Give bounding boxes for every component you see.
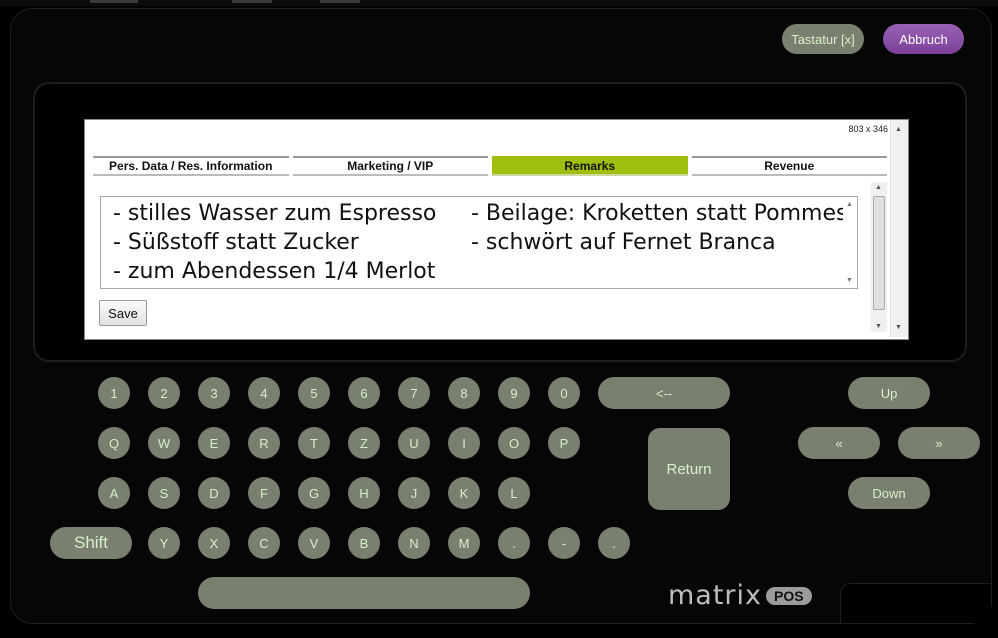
key-7[interactable]: 7: [398, 377, 430, 409]
frame-corner: [840, 583, 991, 623]
key-n[interactable]: N: [398, 527, 430, 559]
remark-line: - zum Abendessen 1/4 Merlot: [113, 259, 436, 284]
key-4[interactable]: 4: [248, 377, 280, 409]
embedded-browser: 803 x 346 Pers. Data / Res. Information …: [84, 119, 909, 340]
key-dash[interactable]: -: [548, 527, 580, 559]
scroll-up-arrow-icon[interactable]: ▲: [895, 126, 902, 133]
dimensions-label: 803 x 346: [848, 124, 888, 134]
logo-badge: POS: [766, 586, 812, 605]
keyboard-toggle-button[interactable]: Tastatur [x]: [782, 24, 864, 54]
tab-revenue[interactable]: Revenue: [691, 156, 887, 176]
key-2[interactable]: 2: [148, 377, 180, 409]
prev-key[interactable]: «: [798, 427, 880, 459]
key-m[interactable]: M: [448, 527, 480, 559]
key-5[interactable]: 5: [298, 377, 330, 409]
key-w[interactable]: W: [148, 427, 180, 459]
remark-line: - schwört auf Fernet Branca: [471, 230, 776, 255]
scroll-down-arrow-icon[interactable]: ▼: [895, 324, 902, 331]
key-y[interactable]: Y: [148, 527, 180, 559]
key-8[interactable]: 8: [448, 377, 480, 409]
key-0[interactable]: 0: [548, 377, 580, 409]
scroll-down-arrow-icon[interactable]: ▼: [875, 323, 882, 330]
logo-word: matrix: [668, 580, 763, 611]
key-a[interactable]: A: [98, 477, 130, 509]
key-l[interactable]: L: [498, 477, 530, 509]
key-p[interactable]: P: [548, 427, 580, 459]
key-g[interactable]: G: [298, 477, 330, 509]
content-scrollbar[interactable]: ▲ ▼: [871, 182, 887, 332]
key-h[interactable]: H: [348, 477, 380, 509]
key-d[interactable]: D: [198, 477, 230, 509]
key-b[interactable]: B: [348, 527, 380, 559]
matrix-pos-logo: matrix POS: [668, 580, 812, 611]
remarks-textarea[interactable]: - stilles Wasser zum Espresso - Beilage:…: [100, 196, 858, 289]
scroll-up-arrow-icon[interactable]: ▲: [875, 184, 882, 191]
key-9[interactable]: 9: [498, 377, 530, 409]
tab-marketing[interactable]: Marketing / VIP: [292, 156, 488, 176]
key-z[interactable]: Z: [348, 427, 380, 459]
key-c[interactable]: C: [248, 527, 280, 559]
key-v[interactable]: V: [298, 527, 330, 559]
tab-bar: Pers. Data / Res. Information Marketing …: [93, 156, 887, 176]
key-k[interactable]: K: [448, 477, 480, 509]
key-6[interactable]: 6: [348, 377, 380, 409]
down-key[interactable]: Down: [848, 477, 930, 509]
key-s[interactable]: S: [148, 477, 180, 509]
key-period[interactable]: .: [498, 527, 530, 559]
remark-line: - Süßstoff statt Zucker: [113, 230, 359, 255]
key-o[interactable]: O: [498, 427, 530, 459]
cancel-button[interactable]: Abbruch: [883, 24, 964, 54]
backspace-key[interactable]: <--: [598, 377, 730, 409]
key-x[interactable]: X: [198, 527, 230, 559]
scroll-down-arrow-icon[interactable]: ▼: [846, 277, 853, 284]
remarks-text: - stilles Wasser zum Espresso - Beilage:…: [113, 199, 853, 286]
next-key[interactable]: »: [898, 427, 980, 459]
return-key[interactable]: Return: [648, 428, 730, 510]
key-i[interactable]: I: [448, 427, 480, 459]
key-f[interactable]: F: [248, 477, 280, 509]
shift-key[interactable]: Shift: [50, 527, 132, 559]
top-strip: [0, 0, 998, 6]
space-key[interactable]: [198, 577, 530, 609]
key-r[interactable]: R: [248, 427, 280, 459]
tab-remarks[interactable]: Remarks: [492, 156, 688, 176]
key-u[interactable]: U: [398, 427, 430, 459]
remarks-scrollbar[interactable]: ▲ ▼: [843, 197, 857, 288]
scroll-up-arrow-icon[interactable]: ▲: [846, 201, 853, 208]
key-j[interactable]: J: [398, 477, 430, 509]
key-3[interactable]: 3: [198, 377, 230, 409]
key-e[interactable]: E: [198, 427, 230, 459]
tab-pers-data[interactable]: Pers. Data / Res. Information: [93, 156, 289, 176]
remark-line: - Beilage: Kroketten statt Pommes: [471, 201, 848, 226]
key-q[interactable]: Q: [98, 427, 130, 459]
page-scrollbar[interactable]: ▲ ▼: [890, 120, 908, 337]
remark-line: - stilles Wasser zum Espresso: [113, 201, 437, 226]
key-t[interactable]: T: [298, 427, 330, 459]
key-period-2[interactable]: .: [598, 527, 630, 559]
save-button[interactable]: Save: [99, 300, 147, 326]
scrollbar-thumb[interactable]: [873, 196, 885, 310]
key-1[interactable]: 1: [98, 377, 130, 409]
up-key[interactable]: Up: [848, 377, 930, 409]
